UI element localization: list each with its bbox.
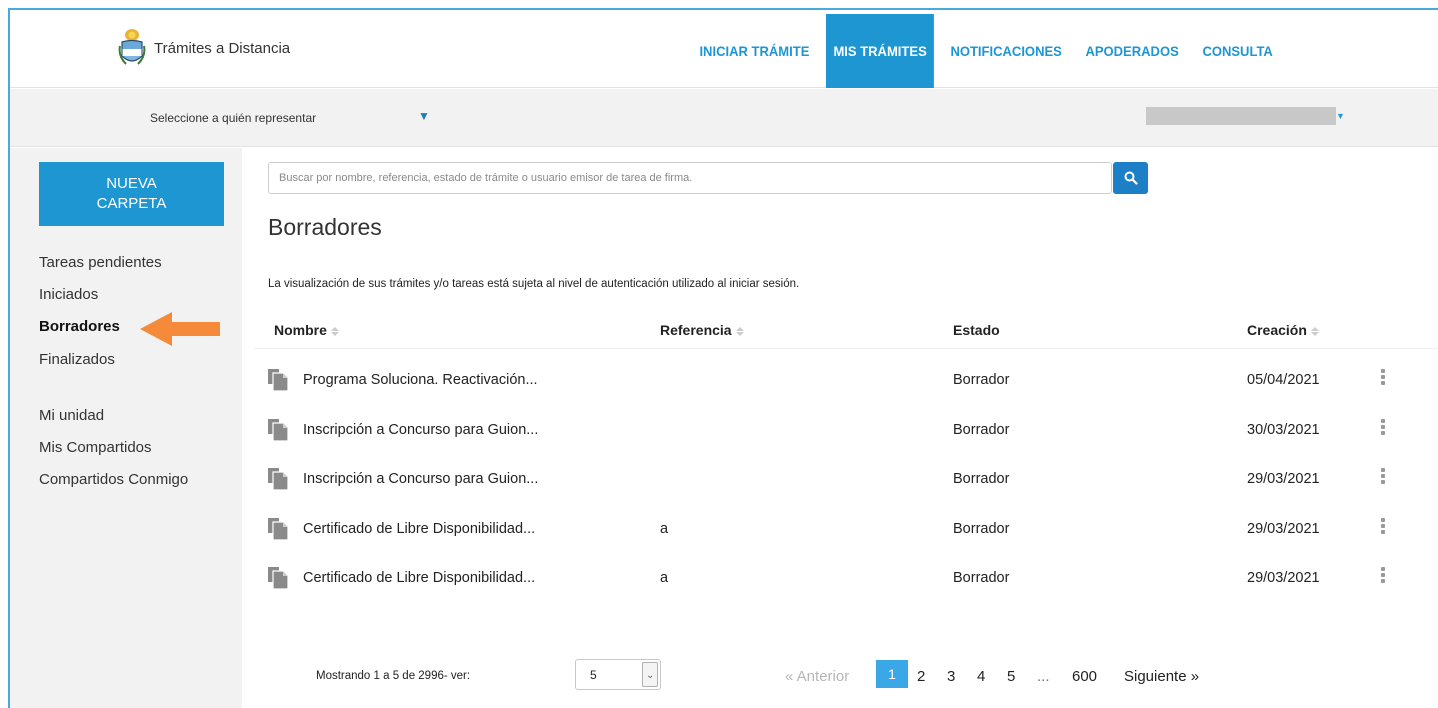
table-row[interactable]: Certificado de Libre Disponibilidad... a… xyxy=(254,517,1438,567)
column-header-creacion[interactable]: Creación xyxy=(1247,322,1319,338)
search-input[interactable] xyxy=(269,163,1111,193)
row-reference: a xyxy=(660,570,669,586)
search-button[interactable] xyxy=(1113,162,1148,194)
brand-title: Trámites a Distancia xyxy=(154,39,291,57)
row-options-icon[interactable] xyxy=(1376,566,1390,588)
row-state: Borrador xyxy=(953,372,1010,388)
user-menu-caret-icon[interactable]: ▼ xyxy=(1336,111,1345,121)
column-header-nombre[interactable]: Nombre xyxy=(274,322,339,338)
top-header: Trámites a Distancia INICIAR TRÁMITE MIS… xyxy=(10,10,1438,88)
representative-dropdown-icon[interactable]: ▼ xyxy=(418,109,430,123)
row-created-date: 30/03/2021 xyxy=(1247,422,1320,438)
row-created-date: 05/04/2021 xyxy=(1247,372,1320,388)
row-name[interactable]: Programa Soluciona. Reactivación... xyxy=(303,372,538,388)
sort-icon xyxy=(330,326,339,336)
document-copy-icon xyxy=(268,369,289,392)
table-row[interactable]: Certificado de Libre Disponibilidad... a… xyxy=(254,566,1438,616)
pagination-page-last[interactable]: 600 xyxy=(1072,668,1097,685)
brand[interactable]: Trámites a Distancia xyxy=(118,28,290,68)
sidebar-item-mis-compartidos[interactable]: Mis Compartidos xyxy=(39,439,152,456)
row-state: Borrador xyxy=(953,521,1010,537)
annotation-arrow-icon xyxy=(140,312,220,346)
new-folder-button[interactable]: NUEVA CARPETA xyxy=(39,162,224,226)
document-copy-icon xyxy=(268,419,289,442)
main-nav: INICIAR TRÁMITE MIS TRÁMITES NOTIFICACIO… xyxy=(692,14,1286,88)
results-count: Mostrando 1 a 5 de 2996- ver: xyxy=(316,670,471,682)
sidebar-item-borradores[interactable]: Borradores xyxy=(39,318,120,335)
column-header-nombre-label: Nombre xyxy=(274,322,327,338)
row-name[interactable]: Certificado de Libre Disponibilidad... xyxy=(303,521,535,537)
document-copy-icon xyxy=(268,468,289,491)
nav-mis-tramites[interactable]: MIS TRÁMITES xyxy=(826,14,935,88)
document-copy-icon xyxy=(268,567,289,590)
sidebar-item-mi-unidad[interactable]: Mi unidad xyxy=(39,407,104,424)
pagination-ellipsis: ... xyxy=(1037,668,1050,685)
pagination-page-3[interactable]: 3 xyxy=(947,668,955,685)
user-menu[interactable] xyxy=(1146,107,1336,125)
row-options-icon[interactable] xyxy=(1376,517,1390,539)
sidebar-item-compartidos-conmigo[interactable]: Compartidos Conmigo xyxy=(39,471,188,488)
row-options-icon[interactable] xyxy=(1376,418,1390,440)
sort-icon xyxy=(1310,326,1319,336)
row-name[interactable]: Certificado de Libre Disponibilidad... xyxy=(303,570,535,586)
chevron-down-icon: ⌄ xyxy=(642,662,658,687)
row-created-date: 29/03/2021 xyxy=(1247,471,1320,487)
page-size-select[interactable]: 5 ⌄ xyxy=(575,659,661,690)
table-row[interactable]: Inscripción a Concurso para Guion... Bor… xyxy=(254,467,1438,517)
sidebar-item-finalizados[interactable]: Finalizados xyxy=(39,351,115,368)
row-reference: a xyxy=(660,521,669,537)
column-header-creacion-label: Creación xyxy=(1247,322,1307,338)
page-size-value: 5 xyxy=(590,668,597,682)
sidebar-item-tareas-pendientes[interactable]: Tareas pendientes xyxy=(39,254,162,271)
pagination-page-2[interactable]: 2 xyxy=(917,668,925,685)
pagination-previous[interactable]: « Anterior xyxy=(785,668,849,685)
column-header-estado: Estado xyxy=(953,322,1000,338)
row-state: Borrador xyxy=(953,570,1010,586)
column-header-referencia-label: Referencia xyxy=(660,322,732,338)
representation-bar: Seleccione a quién representar ▼ ▼ xyxy=(10,89,1438,147)
page-title: Borradores xyxy=(268,214,382,240)
coat-of-arms-icon xyxy=(118,29,146,65)
row-created-date: 29/03/2021 xyxy=(1247,521,1320,537)
row-options-icon[interactable] xyxy=(1376,368,1390,390)
search-box xyxy=(268,162,1112,194)
row-name[interactable]: Inscripción a Concurso para Guion... xyxy=(303,422,538,438)
representative-select-label[interactable]: Seleccione a quién representar xyxy=(150,111,316,125)
search-icon xyxy=(1124,171,1138,185)
row-state: Borrador xyxy=(953,422,1010,438)
sidebar-item-iniciados[interactable]: Iniciados xyxy=(39,286,98,303)
column-header-estado-label: Estado xyxy=(953,322,1000,338)
row-created-date: 29/03/2021 xyxy=(1247,570,1320,586)
pagination-page-5[interactable]: 5 xyxy=(1007,668,1015,685)
authentication-notice: La visualización de sus trámites y/o tar… xyxy=(268,278,800,290)
pagination-page-1[interactable]: 1 xyxy=(876,660,908,688)
row-options-icon[interactable] xyxy=(1376,467,1390,489)
sort-icon xyxy=(735,326,744,336)
pagination-next[interactable]: Siguiente » xyxy=(1124,668,1199,685)
header-divider xyxy=(254,348,1438,349)
nav-consulta[interactable]: CONSULTA xyxy=(1195,14,1280,88)
column-header-referencia[interactable]: Referencia xyxy=(660,322,744,338)
pagination-page-4[interactable]: 4 xyxy=(977,668,985,685)
nav-iniciar-tramite[interactable]: INICIAR TRÁMITE xyxy=(692,14,817,88)
row-state: Borrador xyxy=(953,471,1010,487)
table-row[interactable]: Inscripción a Concurso para Guion... Bor… xyxy=(254,418,1438,468)
app-frame: Trámites a Distancia INICIAR TRÁMITE MIS… xyxy=(8,8,1438,708)
nav-apoderados[interactable]: APODERADOS xyxy=(1078,14,1186,88)
sidebar: NUEVA CARPETA Tareas pendientes Iniciado… xyxy=(10,148,242,708)
row-name[interactable]: Inscripción a Concurso para Guion... xyxy=(303,471,538,487)
nav-notificaciones[interactable]: NOTIFICACIONES xyxy=(943,14,1069,88)
document-copy-icon xyxy=(268,518,289,541)
table-row[interactable]: Programa Soluciona. Reactivación... Borr… xyxy=(254,368,1438,418)
